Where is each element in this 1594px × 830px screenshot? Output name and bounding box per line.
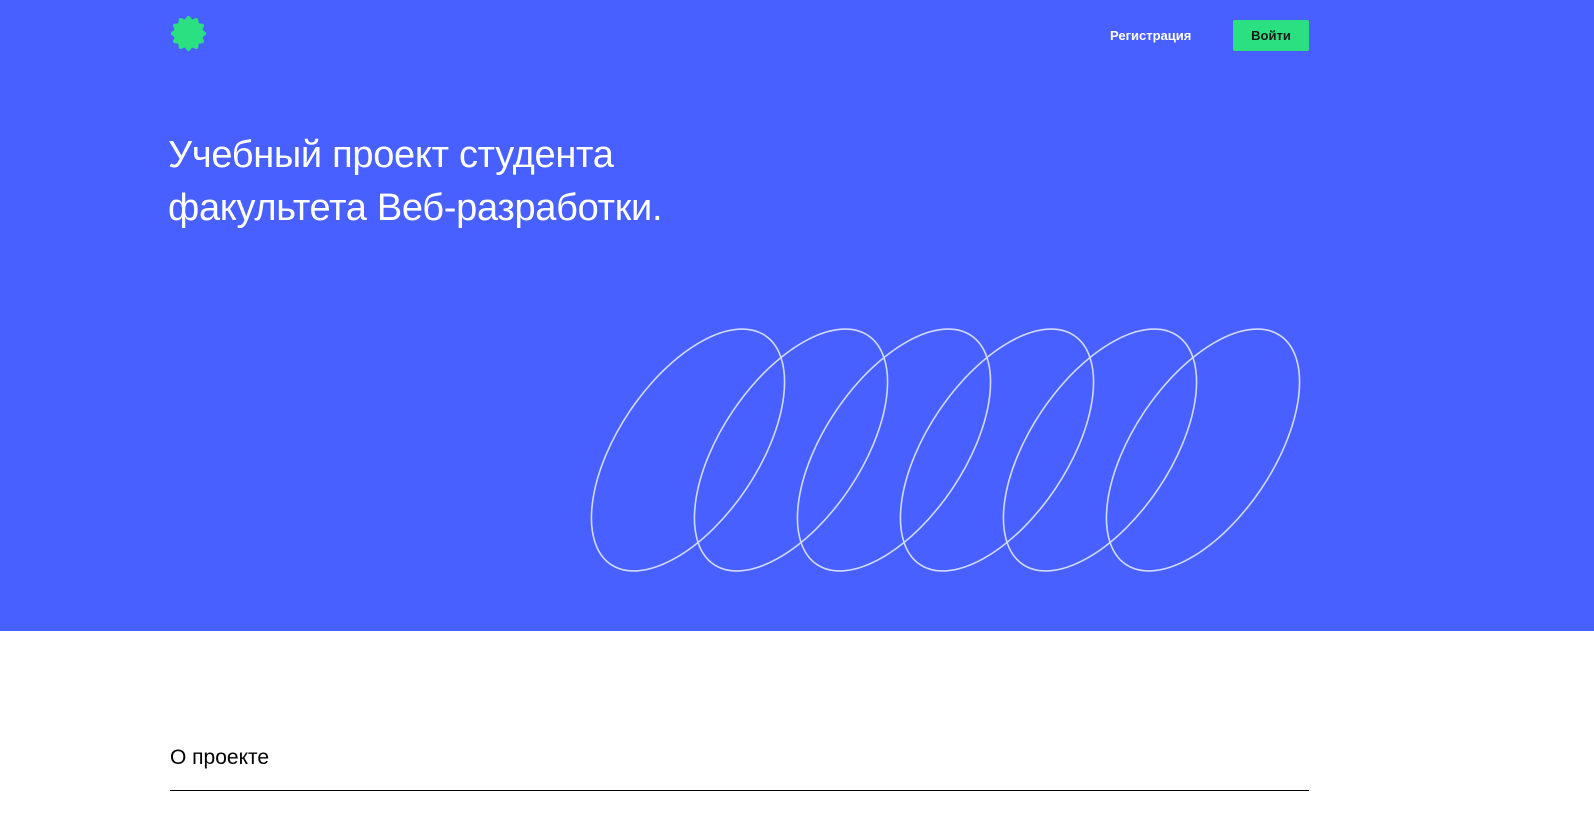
loop-stroke [693,328,889,572]
hero-title-line-1: Учебный проект студента [168,134,614,176]
hero-section: Регистрация Войти Учебный проект студент… [0,0,1594,631]
loop-stroke [590,328,786,572]
hero-title-line-2: факультета Веб-разработки. [168,187,663,229]
loop-stroke [1002,328,1198,572]
login-button[interactable]: Войти [1233,20,1309,51]
loop-stroke [1105,328,1301,572]
loop-stroke [796,328,992,572]
register-link[interactable]: Регистрация [1110,26,1191,46]
about-divider [170,790,1309,791]
cursive-loops-decoration-icon [590,328,1301,572]
logo-icon[interactable] [170,15,207,52]
about-section-title: О проекте [170,746,270,769]
hero-title: Учебный проект студента факультета Веб-р… [168,129,808,235]
loop-stroke [899,328,1095,572]
